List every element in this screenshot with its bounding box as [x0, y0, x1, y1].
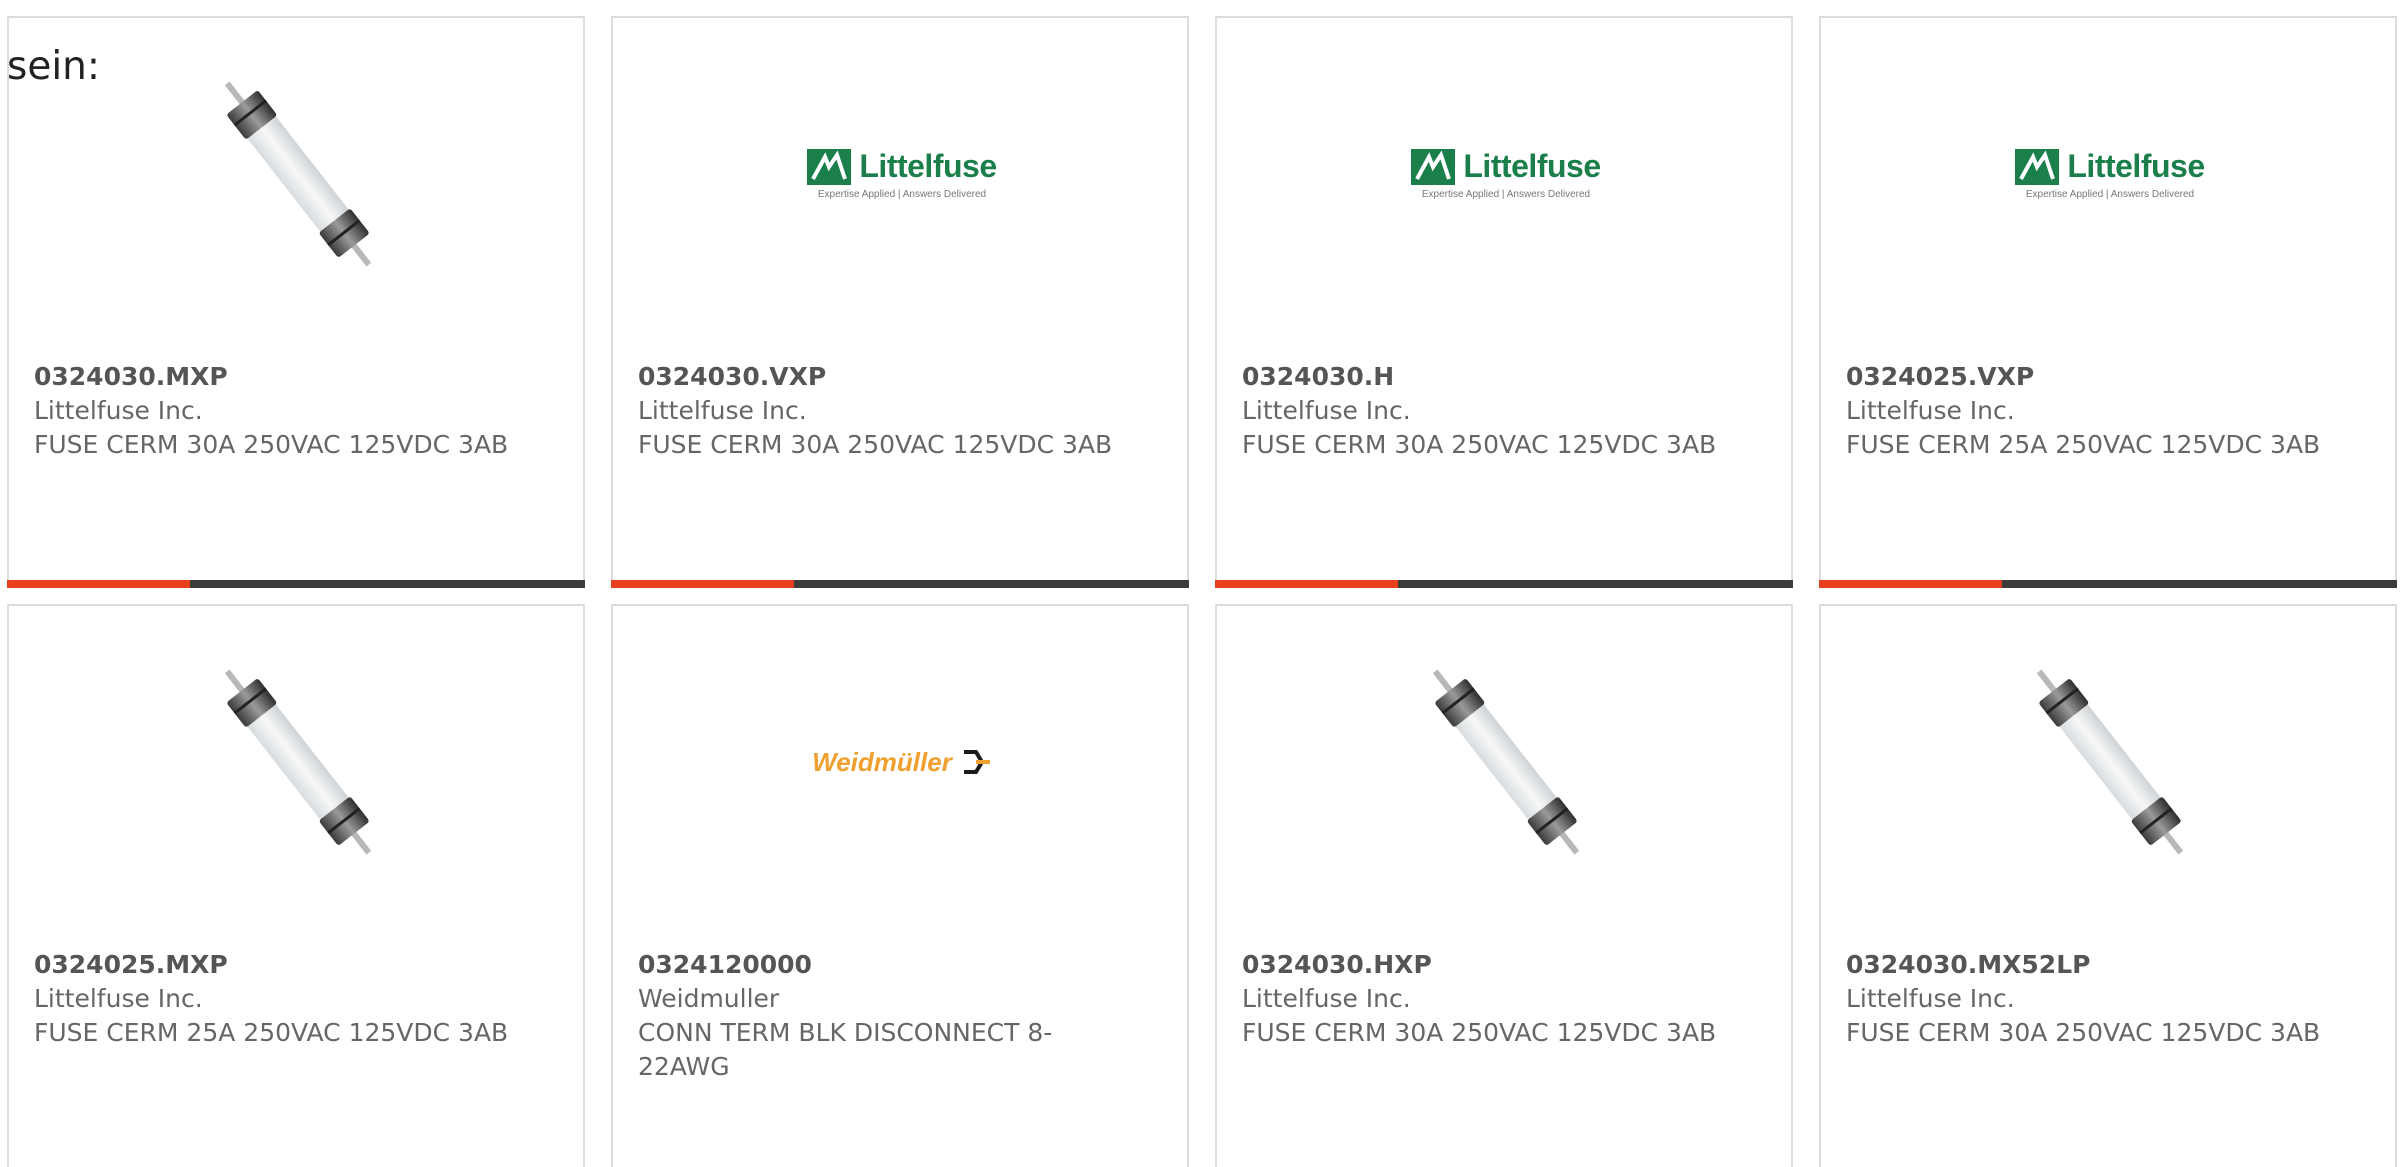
littelfuse-wordmark: Littelfuse: [859, 148, 997, 184]
manufacturer: Littelfuse Inc.: [34, 396, 203, 425]
manufacturer: Littelfuse Inc.: [1846, 984, 2015, 1013]
littelfuse-tagline: Expertise Applied | Answers Delivered: [2025, 189, 2195, 200]
littelfuse-wordmark: Littelfuse: [1463, 148, 1601, 184]
fuse-image: [224, 81, 372, 267]
manufacturer: Weidmuller: [638, 984, 780, 1013]
product-info: 0324030.MXP Littelfuse Inc. FUSE CERM 30…: [34, 360, 514, 462]
product-info: 0324030.H Littelfuse Inc. FUSE CERM 30A …: [1242, 360, 1722, 462]
product-image[interactable]: [179, 74, 417, 274]
product-card[interactable]: Littelfuse Expertise Applied | Answers D…: [1819, 16, 2397, 588]
fuse-image: [1432, 669, 1580, 855]
description: FUSE CERM 25A 250VAC 125VDC 3AB: [1846, 430, 2321, 459]
part-number[interactable]: 0324030.H: [1242, 360, 1722, 394]
product-card[interactable]: Littelfuse Expertise Applied | Answers D…: [611, 16, 1189, 588]
product-card[interactable]: 0324030.MX52LP Littelfuse Inc. FUSE CERM…: [1819, 604, 2397, 1167]
product-info: 0324030.MX52LP Littelfuse Inc. FUSE CERM…: [1846, 948, 2326, 1050]
description: FUSE CERM 30A 250VAC 125VDC 3AB: [638, 430, 1113, 459]
littelfuse-mark-icon: [1411, 148, 1456, 185]
part-number[interactable]: 0324030.VXP: [638, 360, 1118, 394]
manufacturer: Littelfuse Inc.: [1242, 396, 1411, 425]
product-image[interactable]: Weidmüller: [783, 662, 1021, 862]
product-info: 0324025.MXP Littelfuse Inc. FUSE CERM 25…: [34, 948, 514, 1050]
card-progress-bar: [7, 580, 585, 588]
description: CONN TERM BLK DISCONNECT 8-22AWG: [638, 1018, 1053, 1081]
product-card[interactable]: 0324030.HXP Littelfuse Inc. FUSE CERM 30…: [1215, 604, 1793, 1167]
description: FUSE CERM 30A 250VAC 125VDC 3AB: [1846, 1018, 2321, 1047]
part-number[interactable]: 0324025.MXP: [34, 948, 514, 982]
part-number[interactable]: 0324030.HXP: [1242, 948, 1722, 982]
card-progress-bar: [1215, 580, 1793, 588]
product-image[interactable]: [1387, 662, 1625, 862]
part-number[interactable]: 0324120000: [638, 948, 1118, 982]
product-info: 0324025.VXP Littelfuse Inc. FUSE CERM 25…: [1846, 360, 2326, 462]
product-card[interactable]: 0324030.MXP Littelfuse Inc. FUSE CERM 30…: [7, 16, 585, 588]
product-card[interactable]: Weidmüller 0324120000 Weidmuller CONN TE…: [611, 604, 1189, 1167]
product-card[interactable]: 0324025.MXP Littelfuse Inc. FUSE CERM 25…: [7, 604, 585, 1167]
manufacturer: Littelfuse Inc.: [1242, 984, 1411, 1013]
littelfuse-logo: Littelfuse Expertise Applied | Answers D…: [1411, 148, 1601, 200]
littelfuse-logo: Littelfuse Expertise Applied | Answers D…: [807, 148, 997, 200]
description: FUSE CERM 30A 250VAC 125VDC 3AB: [1242, 1018, 1717, 1047]
littelfuse-logo: Littelfuse Expertise Applied | Answers D…: [2015, 148, 2205, 200]
product-image[interactable]: Littelfuse Expertise Applied | Answers D…: [1387, 74, 1625, 274]
card-progress-bar: [611, 580, 1189, 588]
littelfuse-mark-icon: [2015, 148, 2060, 185]
card-progress-accent: [1819, 580, 2002, 588]
manufacturer: Littelfuse Inc.: [34, 984, 203, 1013]
littelfuse-wordmark: Littelfuse: [2067, 148, 2205, 184]
product-info: 0324030.VXP Littelfuse Inc. FUSE CERM 30…: [638, 360, 1118, 462]
description: FUSE CERM 30A 250VAC 125VDC 3AB: [34, 430, 509, 459]
product-image[interactable]: Littelfuse Expertise Applied | Answers D…: [1991, 74, 2229, 274]
card-progress-accent: [611, 580, 794, 588]
product-grid: 0324030.MXP Littelfuse Inc. FUSE CERM 30…: [7, 16, 2400, 1167]
product-image[interactable]: Littelfuse Expertise Applied | Answers D…: [783, 74, 1021, 274]
littelfuse-tagline: Expertise Applied | Answers Delivered: [817, 189, 987, 200]
littelfuse-tagline: Expertise Applied | Answers Delivered: [1421, 189, 1591, 200]
weidmuller-wordmark: Weidmüller: [812, 746, 952, 777]
card-progress-accent: [7, 580, 190, 588]
card-progress-bar: [1819, 580, 2397, 588]
part-number[interactable]: 0324030.MXP: [34, 360, 514, 394]
weidmuller-mark-icon: [963, 750, 990, 774]
product-image[interactable]: [1991, 662, 2229, 862]
card-progress-accent: [1215, 580, 1398, 588]
manufacturer: Littelfuse Inc.: [638, 396, 807, 425]
product-info: 0324030.HXP Littelfuse Inc. FUSE CERM 30…: [1242, 948, 1722, 1050]
manufacturer: Littelfuse Inc.: [1846, 396, 2015, 425]
description: FUSE CERM 25A 250VAC 125VDC 3AB: [34, 1018, 509, 1047]
weidmuller-logo: Weidmüller: [812, 747, 992, 778]
intro-text: sein:: [7, 44, 101, 89]
fuse-image: [224, 669, 372, 855]
part-number[interactable]: 0324030.MX52LP: [1846, 948, 2326, 982]
description: FUSE CERM 30A 250VAC 125VDC 3AB: [1242, 430, 1717, 459]
fuse-image: [2036, 669, 2184, 855]
littelfuse-mark-icon: [807, 148, 852, 185]
product-image[interactable]: [179, 662, 417, 862]
part-number[interactable]: 0324025.VXP: [1846, 360, 2326, 394]
product-info: 0324120000 Weidmuller CONN TERM BLK DISC…: [638, 948, 1118, 1084]
product-card[interactable]: Littelfuse Expertise Applied | Answers D…: [1215, 16, 1793, 588]
